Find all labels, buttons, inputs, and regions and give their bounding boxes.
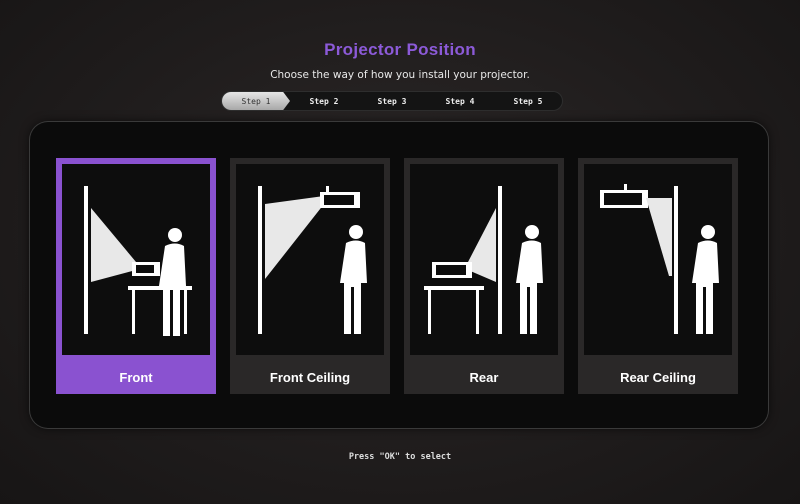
step-2: Step 2 xyxy=(309,96,339,106)
option-front-ceiling-label: Front Ceiling xyxy=(269,370,351,385)
page-title: Projector Position xyxy=(324,40,476,59)
option-rear-label: Rear xyxy=(469,370,499,385)
step-progress-bar: Step 1 Step 2 Step 3 Step 4 Step 5 xyxy=(222,92,562,110)
option-rear[interactable]: Rear xyxy=(404,158,564,394)
option-rear-illustration xyxy=(410,164,558,355)
step-1: Step 1 xyxy=(222,92,290,110)
rear-projection-icon xyxy=(424,186,543,334)
step-5: Step 5 xyxy=(513,96,543,106)
option-front[interactable]: Front xyxy=(56,158,216,394)
option-rear-ceiling[interactable]: Rear Ceiling xyxy=(578,158,738,394)
option-rear-ceiling-illustration xyxy=(584,164,732,355)
rear-ceiling-projection-icon xyxy=(600,184,719,334)
option-front-ceiling[interactable]: Front Ceiling xyxy=(230,158,390,394)
option-front-illustration xyxy=(62,164,210,355)
page-subtitle: Choose the way of how you install your p… xyxy=(270,69,530,81)
front-ceiling-projection-icon xyxy=(258,186,367,334)
footer-hint: Press "OK" to select xyxy=(348,452,452,462)
option-rear-ceiling-label: Rear Ceiling xyxy=(620,370,696,385)
front-projection-icon xyxy=(84,186,192,336)
step-3: Step 3 xyxy=(377,96,407,106)
option-front-label: Front xyxy=(119,370,153,385)
option-front-ceiling-illustration xyxy=(236,164,384,355)
step-4: Step 4 xyxy=(445,96,475,106)
